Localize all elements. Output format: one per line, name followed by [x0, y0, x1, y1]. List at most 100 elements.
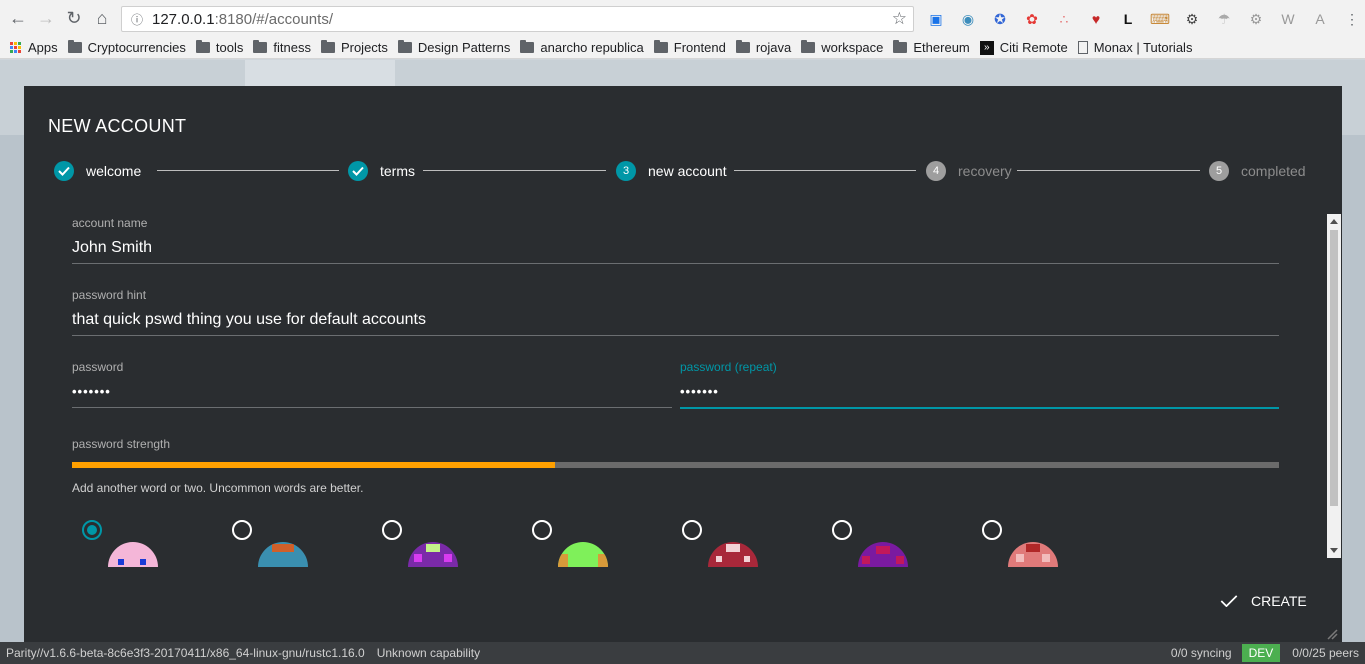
- check-circle-icon: [54, 161, 74, 181]
- bookmark-folder[interactable]: tools: [195, 40, 243, 55]
- extension-icon[interactable]: W: [1272, 8, 1304, 30]
- identicon-option[interactable]: [232, 520, 352, 567]
- extension-icon[interactable]: ✿: [1016, 8, 1048, 30]
- bookmark-folder[interactable]: Projects: [320, 40, 388, 55]
- radio-button[interactable]: [232, 520, 252, 540]
- radio-button[interactable]: [682, 520, 702, 540]
- step-label: recovery: [958, 163, 1012, 179]
- resize-handle-icon[interactable]: [1326, 628, 1338, 640]
- bookmark-apps[interactable]: Apps: [10, 40, 58, 55]
- field-label: account name: [72, 216, 148, 230]
- bookmark-label: Frontend: [673, 40, 726, 55]
- create-button[interactable]: CREATE: [1219, 590, 1307, 612]
- extension-icon[interactable]: ☂: [1208, 8, 1240, 30]
- step-connector: [423, 170, 606, 171]
- url-path: :8180/#/accounts/: [214, 10, 333, 28]
- extension-icon[interactable]: ⚙: [1176, 8, 1208, 30]
- bookmark-folder[interactable]: Frontend: [653, 40, 726, 55]
- sync-status: 0/0 syncing: [1170, 646, 1232, 660]
- forward-icon[interactable]: →: [32, 5, 60, 33]
- identicon-option[interactable]: [382, 520, 502, 567]
- extension-icon[interactable]: ◉: [952, 8, 984, 30]
- folder-icon: [520, 40, 535, 53]
- extension-icon[interactable]: ⚙: [1240, 8, 1272, 30]
- password-field: password •••••••: [72, 360, 672, 408]
- account-name-input[interactable]: John Smith: [72, 238, 1279, 258]
- bookmark-folder[interactable]: fitness: [253, 40, 311, 55]
- back-icon[interactable]: ←: [4, 5, 32, 33]
- extension-icon[interactable]: A: [1304, 8, 1336, 30]
- bookmark-folder[interactable]: rojava: [735, 40, 791, 55]
- identicon-option[interactable]: [82, 520, 202, 567]
- step-recovery: 4 recovery: [926, 160, 1012, 182]
- radio-button[interactable]: [532, 520, 552, 540]
- menu-icon[interactable]: ⋮: [1336, 8, 1365, 30]
- home-icon[interactable]: ⌂: [88, 5, 116, 33]
- identicon-option[interactable]: [532, 520, 652, 567]
- field-label: password hint: [72, 288, 147, 302]
- folder-icon: [67, 40, 82, 53]
- identicon-option[interactable]: [682, 520, 802, 567]
- bookmark-link[interactable]: Monax | Tutorials: [1077, 40, 1193, 55]
- extension-icon[interactable]: ▣: [920, 8, 952, 30]
- scroll-up-icon[interactable]: [1330, 219, 1338, 224]
- apps-grid-icon: [10, 41, 22, 54]
- radio-button-checked[interactable]: [82, 520, 102, 540]
- password-strength-bar: [72, 462, 1279, 468]
- identicon-image: [558, 542, 608, 567]
- step-number: 5: [1209, 161, 1229, 181]
- info-icon[interactable]: ⓘ: [126, 11, 148, 28]
- radio-button[interactable]: [382, 520, 402, 540]
- password-strength-message: Add another word or two. Uncommon words …: [72, 481, 364, 495]
- folder-icon: [653, 40, 668, 53]
- radio-button[interactable]: [832, 520, 852, 540]
- form-scrollbar[interactable]: [1327, 214, 1341, 558]
- extension-icon[interactable]: ♥: [1080, 8, 1112, 30]
- field-underline: [72, 407, 672, 408]
- folder-icon: [253, 40, 268, 53]
- password-input[interactable]: •••••••: [72, 382, 672, 402]
- url-host: 127.0.0.1: [152, 10, 215, 28]
- folder-icon: [195, 40, 210, 53]
- reload-icon[interactable]: ↻: [60, 5, 88, 33]
- identicon-option[interactable]: [982, 520, 1102, 567]
- check-icon: [1220, 595, 1238, 607]
- bookmark-star-icon[interactable]: ☆: [892, 9, 907, 29]
- password-hint-input[interactable]: that quick pswd thing you use for defaul…: [72, 310, 1279, 330]
- step-number: 3: [616, 161, 636, 181]
- extension-icon[interactable]: ✪: [984, 8, 1016, 30]
- extension-icon[interactable]: ∴: [1048, 8, 1080, 30]
- account-name-field: account name John Smith: [72, 216, 1279, 264]
- bookmark-label: Monax | Tutorials: [1093, 40, 1193, 55]
- step-completed: 5 completed: [1209, 160, 1306, 182]
- identicon-image: [408, 542, 458, 567]
- step-number: 4: [926, 161, 946, 181]
- password-repeat-input[interactable]: •••••••: [680, 382, 1279, 402]
- identicon-image: [708, 542, 758, 567]
- bookmark-label: anarcho republica: [540, 40, 644, 55]
- bookmark-label: Apps: [28, 40, 58, 55]
- bookmark-folder[interactable]: anarcho republica: [520, 40, 644, 55]
- scrollbar-thumb[interactable]: [1330, 230, 1338, 506]
- status-bar: Parity//v1.6.6-beta-8c6e3f3-20170411/x86…: [0, 642, 1365, 664]
- extension-icon[interactable]: ⌨: [1144, 8, 1176, 30]
- identicon-image: [858, 542, 908, 567]
- bookmark-folder[interactable]: Cryptocurrencies: [67, 40, 186, 55]
- bookmark-folder[interactable]: Ethereum: [893, 40, 970, 55]
- bookmark-label: Ethereum: [913, 40, 970, 55]
- folder-icon: [893, 40, 908, 53]
- chain-badge: DEV: [1241, 644, 1281, 662]
- scroll-down-icon[interactable]: [1330, 548, 1338, 553]
- page-icon: [1077, 41, 1088, 54]
- identicon-option[interactable]: [832, 520, 952, 567]
- bookmark-folder[interactable]: Design Patterns: [397, 40, 510, 55]
- bookmark-link[interactable]: » Citi Remote: [979, 40, 1068, 55]
- identicon-image: [108, 542, 158, 567]
- password-strength-fill: [72, 462, 555, 468]
- extension-icon[interactable]: L: [1112, 8, 1144, 30]
- radio-button[interactable]: [982, 520, 1002, 540]
- bookmark-folder[interactable]: workspace: [801, 40, 883, 55]
- address-bar[interactable]: ⓘ 127.0.0.1:8180/#/accounts/ ☆: [121, 6, 914, 32]
- password-strength-label: password strength: [72, 437, 171, 451]
- folder-icon: [801, 40, 816, 53]
